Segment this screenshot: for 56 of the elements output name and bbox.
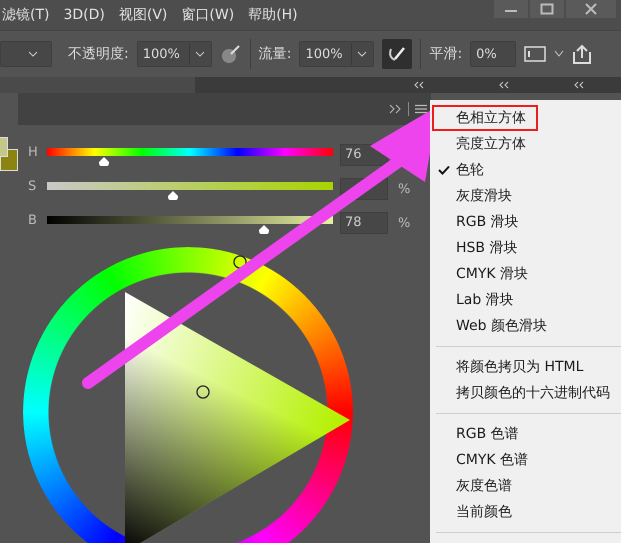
menu-item[interactable]: RGB 滑块 [430, 209, 529, 235]
menu-title[interactable]: 视图(V) [118, 6, 168, 24]
menu-item[interactable]: 色轮 [430, 157, 494, 183]
menu-title[interactable]: 帮助(H) [248, 6, 298, 24]
menu-item[interactable]: 拷贝颜色的十六进制代码 [430, 380, 620, 406]
close-button[interactable] [566, 0, 616, 18]
maximize-button[interactable] [530, 0, 564, 18]
color-picker-ring[interactable] [196, 385, 210, 399]
chevron-down-icon [28, 51, 38, 57]
opacity-field[interactable]: 100% [136, 41, 212, 67]
menu-title[interactable]: 滤镜(T) [2, 6, 50, 24]
caret-icon[interactable] [554, 50, 564, 58]
unit-label: % [398, 216, 410, 230]
menu-item[interactable]: Web 颜色滑块 [430, 313, 557, 339]
expand-icon[interactable] [388, 104, 402, 114]
color-swatches[interactable] [0, 137, 18, 169]
menu-item[interactable]: Lab 滑块 [430, 287, 524, 313]
smoothing-label: 平滑: [429, 45, 462, 63]
collapse-icon[interactable] [498, 81, 510, 89]
smoothing-field[interactable]: 0% [470, 41, 516, 67]
slider-label: H [28, 144, 39, 160]
slider-thumb[interactable] [258, 225, 270, 235]
menu-item[interactable]: RGB 色谱 [430, 421, 529, 447]
options-icon[interactable] [524, 45, 546, 63]
maximize-icon [540, 3, 554, 15]
share-icon[interactable] [572, 43, 592, 65]
chevron-down-icon [194, 51, 205, 57]
menu-item[interactable]: 色相立方体 [432, 105, 538, 131]
minimize-button[interactable] [494, 0, 528, 18]
slider-label: B [28, 212, 38, 228]
value-field[interactable]: 78 [340, 212, 388, 234]
menu-title[interactable]: 3D(D) [63, 7, 105, 23]
menu-icon[interactable] [415, 104, 427, 114]
menu-item[interactable]: CMYK 滑块 [430, 261, 538, 287]
slider-thumb[interactable] [98, 157, 110, 167]
menu-item[interactable]: HSB 滑块 [430, 235, 528, 261]
menu-item[interactable]: 当前颜色 [430, 499, 522, 525]
slider-label: S [28, 178, 38, 194]
opacity-label: 不透明度: [68, 45, 129, 63]
menu-item[interactable]: 亮度立方体 [430, 131, 536, 157]
menu-title[interactable]: 窗口(W) [181, 6, 234, 24]
flow-label: 流量: [258, 45, 292, 63]
chevron-down-icon [357, 51, 368, 57]
close-icon [584, 3, 598, 15]
menu-item[interactable]: 灰度滑块 [430, 183, 522, 209]
airbrush-button[interactable] [382, 39, 412, 69]
collapse-icon[interactable] [413, 81, 425, 89]
pressure-icon[interactable] [220, 43, 242, 65]
unit-label: % [398, 182, 410, 196]
slider-thumb[interactable] [166, 191, 179, 201]
hue-marker[interactable] [233, 255, 247, 269]
menu-item[interactable]: CMYK 色谱 [430, 447, 538, 473]
collapse-icon[interactable] [573, 81, 585, 89]
flow-field[interactable]: 100% [299, 41, 374, 67]
menu-item[interactable]: 灰度色谱 [430, 473, 522, 499]
menu-item[interactable]: 将颜色拷贝为 HTML [430, 354, 594, 380]
